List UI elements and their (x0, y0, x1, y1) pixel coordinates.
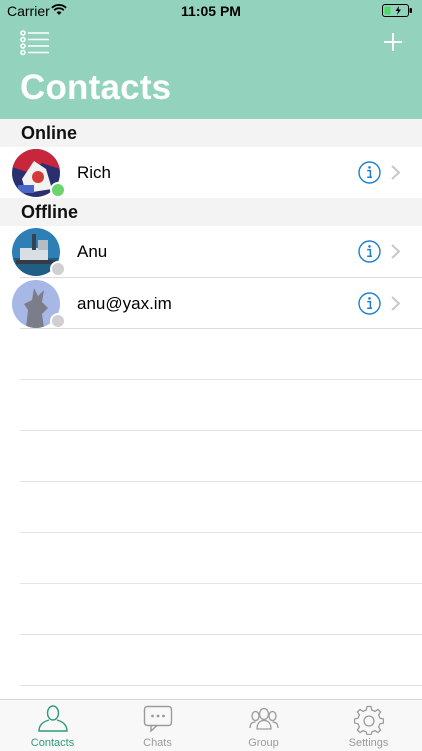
chevron-right-icon (391, 165, 400, 180)
battery-icon (382, 4, 414, 20)
tab-settings[interactable]: Settings (316, 700, 421, 751)
chat-bubble-icon (143, 705, 172, 733)
person-icon (37, 705, 68, 732)
empty-row-divider (20, 583, 422, 584)
info-icon (358, 292, 381, 315)
gear-icon (353, 705, 384, 735)
tab-label: Group (248, 737, 279, 749)
section-title: Offline (21, 202, 78, 222)
tab-chats[interactable]: Chats (105, 700, 210, 751)
tab-contacts[interactable]: Contacts (0, 700, 105, 751)
tab-label: Settings (348, 737, 389, 749)
tab-group[interactable]: Group (211, 700, 316, 751)
info-button[interactable] (358, 292, 381, 315)
contact-row[interactable]: Rich (0, 147, 422, 198)
presence-dot-offline (50, 261, 66, 277)
empty-row-divider (20, 532, 422, 533)
section-header-online: Online (0, 119, 422, 147)
empty-row-divider (20, 634, 422, 635)
info-button[interactable] (358, 240, 381, 263)
contact-name: Anu (77, 242, 108, 261)
contact-row[interactable]: Anu (0, 226, 422, 277)
tab-bar: Contacts Chats Group Settings (0, 699, 422, 751)
chevron-right-icon (391, 244, 400, 259)
tab-label: Contacts (30, 737, 75, 749)
contact-name: anu@yax.im (77, 294, 172, 313)
empty-row-divider (20, 685, 422, 686)
page-title: Contacts (20, 68, 172, 107)
empty-row-divider (20, 481, 422, 482)
header-bar: Carrier 11:05 PM Contacts (0, 0, 422, 119)
row-divider (20, 328, 422, 329)
info-icon (358, 240, 381, 263)
plus-icon (384, 33, 402, 51)
contact-name: Rich (77, 163, 112, 182)
tab-label: Chats (143, 737, 172, 749)
group-icon (248, 707, 279, 730)
empty-row-divider (20, 379, 422, 380)
presence-dot-online (50, 182, 66, 198)
info-button[interactable] (358, 161, 381, 184)
chevron-right-icon (391, 296, 400, 311)
section-title: Online (21, 123, 78, 143)
contact-row[interactable]: anu@yax.im (0, 278, 422, 329)
status-bar: Carrier 11:05 PM (0, 0, 422, 22)
presence-dot-offline (50, 313, 66, 329)
clock-time: 11:05 PM (181, 3, 241, 19)
empty-row-divider (20, 430, 422, 431)
add-contact-button[interactable] (383, 32, 403, 52)
list-icon[interactable] (20, 30, 50, 56)
section-header-offline: Offline (0, 198, 422, 226)
info-icon (358, 161, 381, 184)
